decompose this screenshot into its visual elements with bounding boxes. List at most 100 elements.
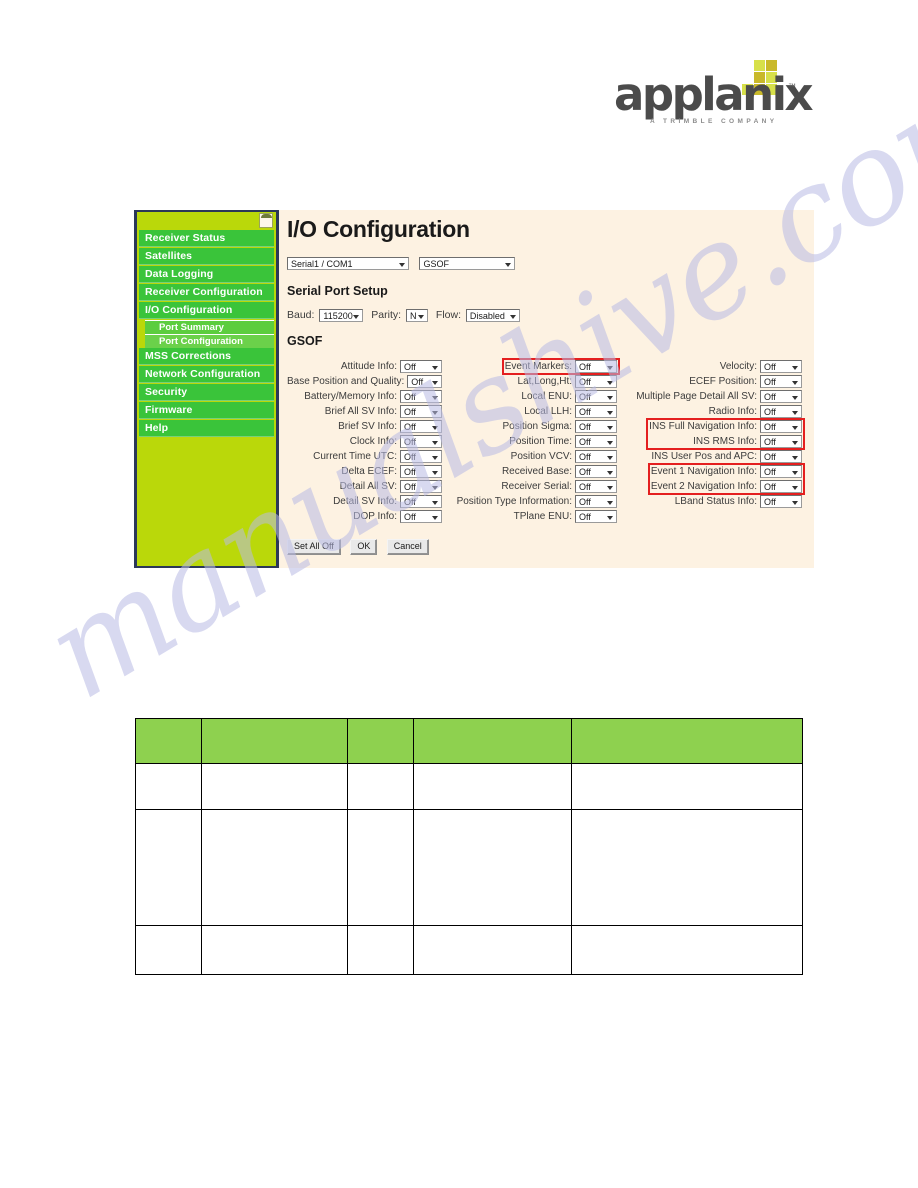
gsof-select-position-vcv[interactable]: Off xyxy=(575,450,617,463)
gsof-row-position-vcv: Position VCV: Off xyxy=(442,449,617,464)
gsof-label-multiple-page-detail-all-sv: Multiple Page Detail All SV: xyxy=(636,390,757,402)
ok-button[interactable]: OK xyxy=(350,539,378,555)
sidebar-item-mss-corrections[interactable]: MSS Corrections xyxy=(139,348,274,365)
gsof-label-delta-ecef: Delta ECEF: xyxy=(341,465,397,477)
sidebar-item-port-configuration[interactable]: Port Configuration xyxy=(145,334,274,348)
bottom-data-table xyxy=(135,718,803,975)
format-select[interactable]: GSOF xyxy=(419,257,516,271)
sidebar-item-port-summary[interactable]: Port Summary xyxy=(145,320,274,334)
flow-select[interactable]: Disabled xyxy=(465,309,520,322)
gsof-row-brief-sv-info: Brief SV Info: Off xyxy=(287,419,442,434)
gsof-message-grid: Attitude Info: Off Base Position and Quali… xyxy=(287,358,814,524)
gsof-select-ecef-position[interactable]: Off xyxy=(760,375,802,388)
logo-wordmark: applanix xyxy=(614,68,814,121)
sidebar-item-data-logging[interactable]: Data Logging xyxy=(139,266,274,283)
sidebar-item-network-configuration[interactable]: Network Configuration xyxy=(139,366,274,383)
gsof-label-battery-memory-info: Battery/Memory Info: xyxy=(304,390,397,402)
gsof-select-base-position-and-quality[interactable]: Off xyxy=(407,375,442,388)
table-cell xyxy=(347,809,414,926)
main-content: I/O Configuration Serial1 / COM1 GSOF Se… xyxy=(279,210,814,568)
sidebar-item-label: Receiver Status xyxy=(145,232,226,244)
sidebar-item-label: Security xyxy=(145,386,188,398)
gsof-select-tplane-enu[interactable]: Off xyxy=(575,510,617,523)
port-select[interactable]: Serial1 / COM1 xyxy=(287,257,409,271)
gsof-row-event-markers: Event Markers: Off xyxy=(442,359,617,374)
gsof-select-lat-long-ht[interactable]: Off xyxy=(575,375,617,388)
gsof-select-current-time-utc[interactable]: Off xyxy=(400,450,442,463)
gsof-select-dop-info[interactable]: Off xyxy=(400,510,442,523)
gsof-select-attitude-info[interactable]: Off xyxy=(400,360,442,373)
gsof-label-radio-info: Radio Info: xyxy=(708,405,757,417)
gsof-row-ins-user-pos-and-apc: INS User Pos and APC: Off xyxy=(617,449,802,464)
table-header-cell xyxy=(135,718,202,764)
navigation-sidebar: Receiver Status Satellites Data Logging Rec… xyxy=(134,210,279,568)
gsof-row-radio-info: Radio Info: Off xyxy=(617,404,802,419)
gsof-select-clock-info[interactable]: Off xyxy=(400,435,442,448)
gsof-select-local-enu[interactable]: Off xyxy=(575,390,617,403)
parity-select[interactable]: N xyxy=(405,309,428,322)
gsof-label-dop-info: DOP Info: xyxy=(353,510,397,522)
gsof-select-ins-rms-info[interactable]: Off xyxy=(760,435,802,448)
sidebar-item-label: Network Configuration xyxy=(145,368,261,380)
gsof-select-delta-ecef[interactable]: Off xyxy=(400,465,442,478)
gsof-row-received-base: Received Base: Off xyxy=(442,464,617,479)
table-cell xyxy=(413,809,572,926)
document-badge-icon xyxy=(259,213,273,228)
gsof-select-velocity[interactable]: Off xyxy=(760,360,802,373)
flow-label: Flow: xyxy=(435,309,461,322)
gsof-select-brief-sv-info[interactable]: Off xyxy=(400,420,442,433)
gsof-heading: GSOF xyxy=(287,334,323,348)
gsof-label-detail-sv-info: Detail SV Info: xyxy=(333,495,397,507)
gsof-select-ins-full-navigation-info[interactable]: Off xyxy=(760,420,802,433)
cancel-button[interactable]: Cancel xyxy=(386,539,429,555)
sidebar-item-label: Port Summary xyxy=(159,322,224,333)
gsof-select-multiple-page-detail-all-sv[interactable]: Off xyxy=(760,390,802,403)
gsof-select-radio-info[interactable]: Off xyxy=(760,405,802,418)
gsof-select-position-time[interactable]: Off xyxy=(575,435,617,448)
gsof-select-event-2-navigation-info[interactable]: Off xyxy=(760,480,802,493)
sidebar-item-help[interactable]: Help xyxy=(139,420,274,437)
gsof-label-position-vcv: Position VCV: xyxy=(510,450,572,462)
sidebar-item-label: MSS Corrections xyxy=(145,350,232,362)
gsof-row-ecef-position: ECEF Position: Off xyxy=(617,374,802,389)
baud-select[interactable]: 115200 xyxy=(319,309,364,322)
gsof-label-receiver-serial: Receiver Serial: xyxy=(501,480,572,492)
gsof-select-position-type-information[interactable]: Off xyxy=(575,495,617,508)
baud-label: Baud: xyxy=(287,309,315,322)
gsof-row-event-1-navigation-info: Event 1 Navigation Info: Off xyxy=(617,464,802,479)
sidebar-item-i-o-configuration[interactable]: I/O Configuration xyxy=(139,302,274,319)
gsof-row-receiver-serial: Receiver Serial: Off xyxy=(442,479,617,494)
gsof-select-ins-user-pos-and-apc[interactable]: Off xyxy=(760,450,802,463)
table-header-cell xyxy=(201,718,348,764)
page-title: I/O Configuration xyxy=(287,216,470,242)
gsof-label-lat-long-ht: Lat,Long,Ht: xyxy=(517,375,572,387)
gsof-row-ins-rms-info: INS RMS Info: Off xyxy=(617,434,802,449)
gsof-label-current-time-utc: Current Time UTC: xyxy=(313,450,397,462)
sidebar-item-receiver-status[interactable]: Receiver Status xyxy=(139,230,274,247)
gsof-label-ins-rms-info: INS RMS Info: xyxy=(693,435,757,447)
gsof-row-lat-long-ht: Lat,Long,Ht: Off xyxy=(442,374,617,389)
sidebar-item-firmware[interactable]: Firmware xyxy=(139,402,274,419)
sidebar-item-receiver-configuration[interactable]: Receiver Configuration xyxy=(139,284,274,301)
gsof-row-brief-all-sv-info: Brief All SV Info: Off xyxy=(287,404,442,419)
gsof-select-detail-all-sv[interactable]: Off xyxy=(400,480,442,493)
gsof-label-event-2-navigation-info: Event 2 Navigation Info: xyxy=(650,480,757,492)
gsof-label-ecef-position: ECEF Position: xyxy=(689,375,757,387)
table-cell xyxy=(571,925,803,975)
gsof-row-dop-info: DOP Info: Off xyxy=(287,509,442,524)
sidebar-item-security[interactable]: Security xyxy=(139,384,274,401)
serial-port-settings-row: Baud: 115200 Parity: N Flow: Disabled xyxy=(287,309,814,322)
gsof-select-received-base[interactable]: Off xyxy=(575,465,617,478)
set-all-off-button[interactable]: Set All Off xyxy=(287,539,341,555)
gsof-select-event-markers[interactable]: Off xyxy=(575,360,617,373)
gsof-select-lband-status-info[interactable]: Off xyxy=(760,495,802,508)
gsof-select-position-sigma[interactable]: Off xyxy=(575,420,617,433)
gsof-select-local-llh[interactable]: Off xyxy=(575,405,617,418)
gsof-select-battery-memory-info[interactable]: Off xyxy=(400,390,442,403)
table-cell xyxy=(201,763,348,810)
gsof-select-receiver-serial[interactable]: Off xyxy=(575,480,617,493)
gsof-select-detail-sv-info[interactable]: Off xyxy=(400,495,442,508)
gsof-select-brief-all-sv-info[interactable]: Off xyxy=(400,405,442,418)
gsof-select-event-1-navigation-info[interactable]: Off xyxy=(760,465,802,478)
sidebar-item-satellites[interactable]: Satellites xyxy=(139,248,274,265)
